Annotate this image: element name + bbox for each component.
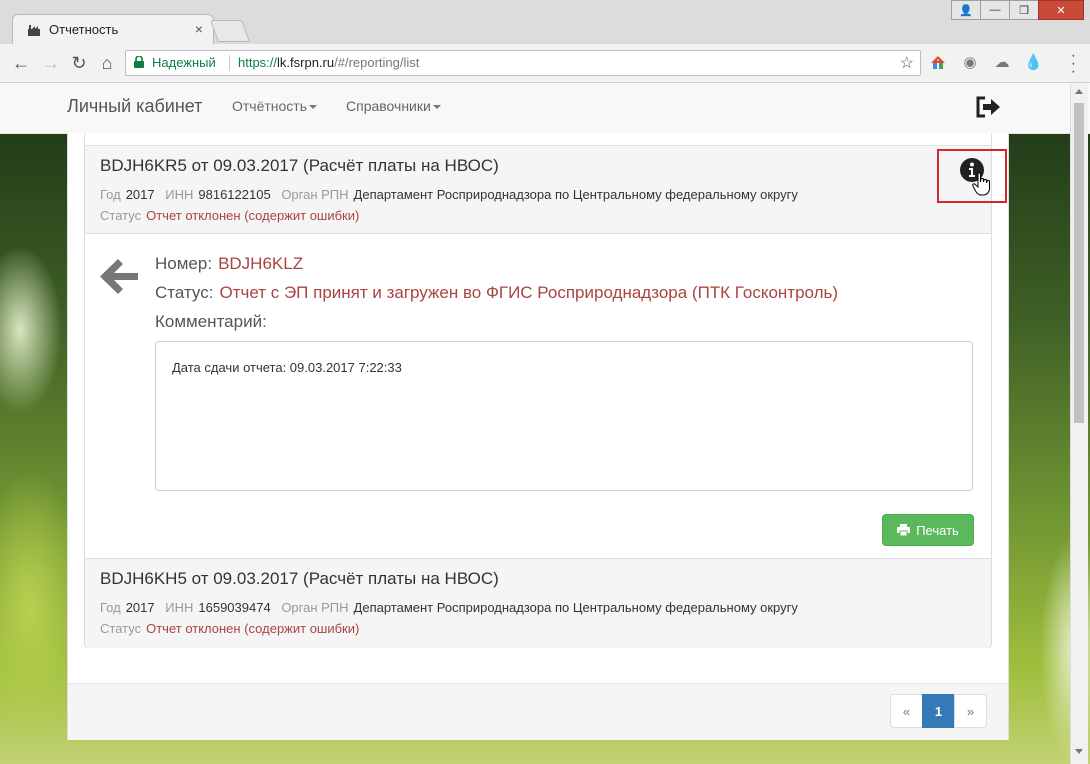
comment-box[interactable]: Дата сдачи отчета: 09.03.2017 7:22:33	[155, 341, 973, 491]
status-value: Отчет отклонен (содержит ошибки)	[146, 621, 360, 636]
report-item[interactable]: BDJH6KR5 от 09.03.2017 (Расчёт платы на …	[85, 145, 1007, 234]
report-detail: Номер: BDJH6KLZ Статус: Отчет с ЭП принят …	[85, 233, 991, 558]
print-button-label: Печать	[916, 522, 959, 538]
url-text: https://lk.fsrpn.ru/#/reporting/list	[238, 55, 419, 70]
year-label: Год	[100, 187, 121, 202]
url-protocol: https://	[238, 55, 278, 70]
menu-references-label: Справочники	[346, 98, 431, 114]
main-container: BDJH6KR5 от 09.03.2017 (Расчёт платы на …	[67, 133, 1009, 740]
status-value: Отчет отклонен (содержит ошибки)	[146, 208, 360, 223]
report-status-row: Статус Отчет отклонен (содержит ошибки)	[100, 208, 359, 223]
lock-icon	[134, 56, 144, 68]
inn-label: ИНН	[165, 600, 194, 615]
year-value: 2017	[125, 600, 155, 615]
home-icon[interactable]: ⌂	[96, 52, 118, 74]
site-navbar: Личный кабинет Отчётность Справочники	[0, 83, 1090, 134]
drop-icon[interactable]: 💧	[1024, 54, 1043, 72]
factory-icon	[28, 25, 40, 36]
inn-value: 1659039474	[198, 600, 271, 615]
inn-value: 9816122105	[198, 187, 271, 202]
organ-label: Орган РПН	[281, 600, 349, 615]
scroll-down-icon[interactable]	[1075, 749, 1083, 754]
status-label: Статус	[100, 208, 142, 223]
window-controls: 👤 — ❐ ✕	[951, 0, 1084, 20]
maximize-button[interactable]: ❐	[1009, 0, 1039, 20]
url-host: lk.fsrpn.ru	[277, 55, 335, 70]
detail-status-label: Статус:	[155, 283, 214, 302]
tab-title: Отчетность	[49, 22, 119, 37]
page-1-button[interactable]: 1	[922, 694, 955, 728]
print-button[interactable]: Печать	[882, 514, 974, 546]
bookmark-star-icon[interactable]: ☆	[900, 53, 914, 73]
report-item[interactable]: BDJH6KH5 от 09.03.2017 (Расчёт платы на …	[85, 558, 991, 648]
organ-value: Департамент Росприроднадзора по Централь…	[353, 187, 798, 202]
number-label: Номер:	[155, 254, 213, 273]
next-page-button[interactable]: »	[954, 694, 987, 728]
report-title: BDJH6KH5 от 09.03.2017 (Расчёт платы на …	[100, 569, 499, 588]
cloud-icon[interactable]: ☁	[993, 54, 1011, 72]
menu-references[interactable]: Справочники	[346, 98, 441, 114]
menu-reporting[interactable]: Отчётность	[232, 98, 318, 114]
report-title: BDJH6KR5 от 09.03.2017 (Расчёт платы на …	[100, 156, 499, 175]
detail-status-row: Статус: Отчет с ЭП принят и загружен во Ф…	[155, 283, 838, 303]
comment-text: Дата сдачи отчета: 09.03.2017 7:22:33	[172, 360, 402, 375]
logout-icon[interactable]	[975, 95, 1001, 119]
printer-icon	[897, 524, 911, 536]
back-icon[interactable]: ←	[10, 52, 32, 74]
caret-down-icon	[309, 105, 318, 110]
comment-label: Комментарий:	[155, 312, 267, 331]
menu-reporting-label: Отчётность	[232, 98, 308, 114]
forward-icon[interactable]: →	[40, 52, 62, 74]
prev-page-button[interactable]: «	[890, 694, 923, 728]
minimize-button[interactable]: —	[980, 0, 1010, 20]
status-label: Статус	[100, 621, 142, 636]
scroll-up-icon[interactable]	[1075, 89, 1083, 94]
hand-cursor-icon	[972, 172, 990, 196]
pagination-footer	[68, 684, 1008, 740]
detail-status-value: Отчет с ЭП принят и загружен во ФГИС Рос…	[219, 283, 839, 302]
tab-close-icon[interactable]: ×	[195, 21, 203, 37]
browser-toolbar: ← → ↻ ⌂ Надежный https://lk.fsrpn.ru/#/r…	[0, 44, 1090, 83]
pagination: « 1 »	[890, 694, 987, 728]
report-meta: Год 2017 ИНН 1659039474 Орган РПН Департаме…	[100, 600, 805, 615]
year-label: Год	[100, 600, 121, 615]
user-icon[interactable]: 👤	[951, 0, 981, 20]
extension-house-icon[interactable]	[929, 54, 947, 72]
number-value: BDJH6KLZ	[218, 254, 304, 273]
browser-menu-icon[interactable]: · · ·	[1071, 48, 1076, 80]
detail-number-row: Номер: BDJH6KLZ	[155, 254, 303, 274]
caret-down-icon	[432, 105, 441, 110]
browser-tab[interactable]: Отчетность ×	[12, 14, 214, 45]
inn-label: ИНН	[165, 187, 194, 202]
url-path: /#/reporting/list	[334, 55, 420, 70]
reload-icon[interactable]: ↻	[68, 52, 90, 74]
organ-value: Департамент Росприроднадзора по Централь…	[353, 600, 798, 615]
address-bar[interactable]: Надежный https://lk.fsrpn.ru/#/reporting…	[125, 50, 921, 76]
page-scrollbar[interactable]	[1070, 83, 1088, 764]
close-window-button[interactable]: ✕	[1038, 0, 1084, 20]
report-status-row: Статус Отчет отклонен (содержит ошибки)	[100, 621, 359, 636]
secure-label: Надежный	[152, 55, 216, 70]
browser-titlebar: Отчетность × 👤 — ❐ ✕	[0, 0, 1090, 45]
report-meta: Год 2017 ИНН 9816122105 Орган РПН Департаме…	[100, 187, 805, 202]
extension-gray-icon[interactable]: ◉	[961, 54, 979, 72]
scroll-thumb[interactable]	[1074, 103, 1084, 423]
year-value: 2017	[125, 187, 155, 202]
reports-panel: BDJH6KR5 от 09.03.2017 (Расчёт платы на …	[84, 133, 1007, 648]
back-arrow-icon[interactable]	[100, 256, 140, 296]
address-separator	[229, 55, 230, 71]
new-tab-button[interactable]	[209, 20, 251, 42]
brand-link[interactable]: Личный кабинет	[67, 96, 202, 117]
organ-label: Орган РПН	[281, 187, 349, 202]
